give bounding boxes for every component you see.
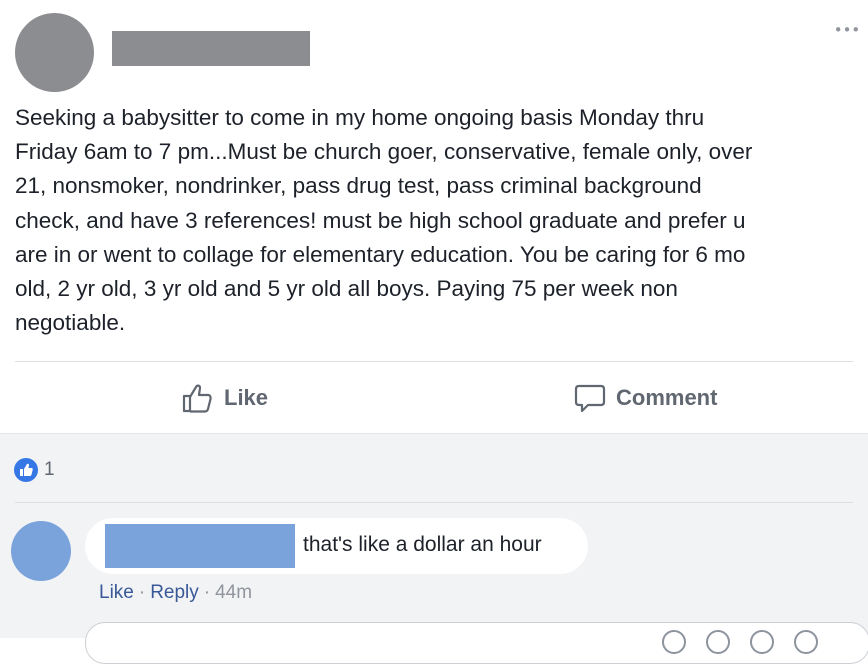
sticker-icon[interactable] [794,630,818,654]
comment-text: that's like a dollar an hour [303,533,542,556]
comment-meta: Like · Reply · 44m [99,582,252,604]
author-avatar[interactable] [15,13,94,92]
comment-timestamp[interactable]: 44m [215,582,252,604]
comment-button[interactable]: Comment [573,378,717,418]
thumbs-up-icon [181,382,215,414]
reaction-summary[interactable]: 1 [14,458,55,482]
gif-icon[interactable] [750,630,774,654]
comment-bubble: that's like a dollar an hour [85,518,588,574]
post-text: Seeking a babysitter to come in my home … [15,105,753,336]
camera-icon[interactable] [706,630,730,654]
meta-separator: · [138,582,146,603]
like-button[interactable]: Like [181,378,268,418]
comments-section: 1 that's like a dollar an hour Like · Re… [0,433,868,664]
post-divider [15,361,853,362]
comments-divider [15,502,853,503]
reaction-count: 1 [44,459,55,480]
like-label: Like [224,385,269,410]
meta-separator: · [203,582,211,603]
comment-reply-link[interactable]: Reply [150,582,199,604]
comment-label: Comment [616,385,718,410]
author-name-redacted [112,31,310,66]
emoji-icon[interactable] [662,630,686,654]
post-card: ••• Seeking a babysitter to come in my h… [0,0,868,433]
like-reaction-icon [14,458,38,482]
speech-bubble-icon [573,382,607,414]
commenter-avatar[interactable] [11,521,71,581]
commenter-name-redacted [105,524,295,568]
more-horizontal-icon[interactable]: ••• [832,20,862,40]
reply-input-icons [662,630,818,654]
comment-like-link[interactable]: Like [99,582,134,604]
